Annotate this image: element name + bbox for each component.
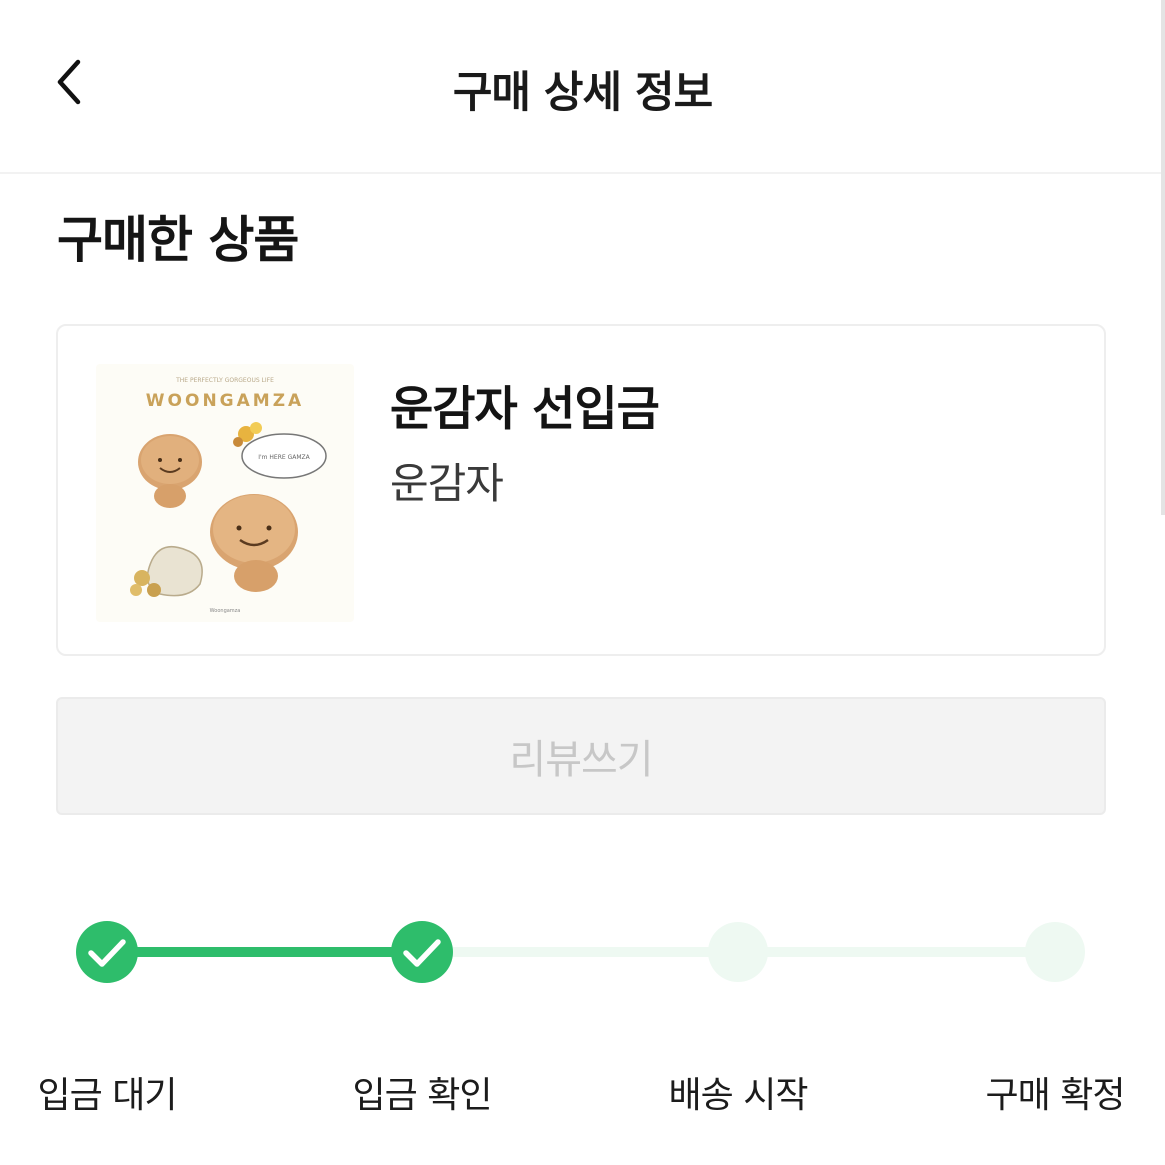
step-3-marker xyxy=(708,922,768,982)
write-review-button[interactable]: 리뷰쓰기 xyxy=(56,697,1106,815)
thumb-bubble-text: I'm HERE GAMZA xyxy=(258,454,310,461)
product-thumbnail: THE PERFECTLY GORGEOUS LIFE WOONGAMZA I'… xyxy=(96,364,354,622)
step-label-deposit-confirmed: 입금 확인 xyxy=(352,1075,493,1116)
step-label-purchase-confirmed: 구매 확정 xyxy=(985,1075,1126,1116)
thumb-subtitle: THE PERFECTLY GORGEOUS LIFE xyxy=(175,377,274,384)
thumb-brand: Woongamza xyxy=(210,608,241,614)
product-seller: 운감자 xyxy=(390,459,504,508)
step-label-shipping-started: 배송 시작 xyxy=(668,1075,809,1116)
step-1-marker xyxy=(76,921,138,983)
section-title: 구매한 상품 xyxy=(57,211,299,269)
purchase-detail-page: 구매 상세 정보 구매한 상품 THE PERFECTLY GORGEOUS L… xyxy=(0,0,1165,1165)
step-label-deposit-pending: 입금 대기 xyxy=(37,1075,178,1116)
thumb-wordmark: WOONGAMZA xyxy=(146,391,304,411)
step-2-marker xyxy=(391,921,453,983)
product-card[interactable]: THE PERFECTLY GORGEOUS LIFE WOONGAMZA I'… xyxy=(56,324,1106,656)
order-progress-tracker xyxy=(76,921,1085,983)
product-name: 운감자 선입금 xyxy=(390,382,660,437)
step-4-marker xyxy=(1025,922,1085,982)
page-title: 구매 상세 정보 xyxy=(452,68,713,118)
product-image: THE PERFECTLY GORGEOUS LIFE WOONGAMZA I'… xyxy=(96,364,354,622)
scrollbar[interactable] xyxy=(1161,0,1165,515)
top-bar: 구매 상세 정보 xyxy=(0,0,1165,174)
